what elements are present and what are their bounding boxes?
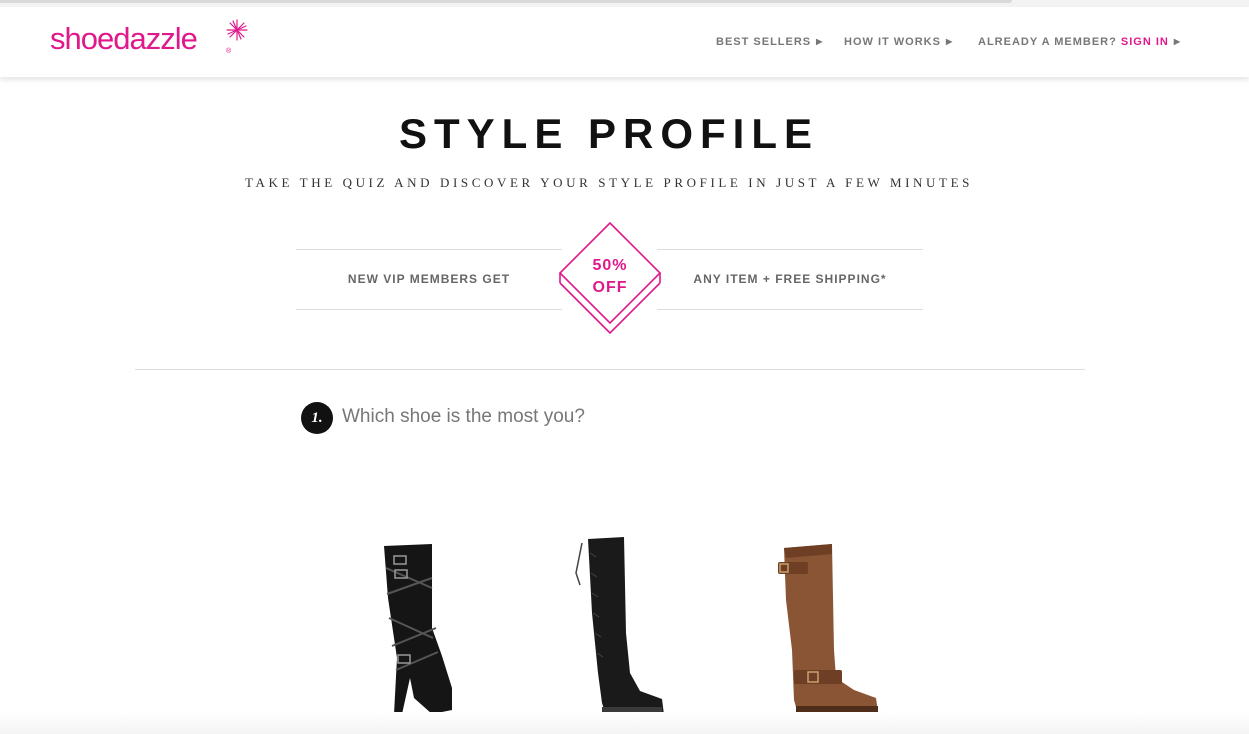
nav-how-it-works-label[interactable]: HOW IT WORKS bbox=[844, 36, 941, 48]
shoe-option-3[interactable] bbox=[770, 540, 882, 718]
discount-off: OFF bbox=[592, 279, 628, 296]
promo-line-right-top bbox=[657, 249, 923, 250]
triangle-right-icon: ▶ bbox=[816, 37, 824, 46]
browser-top-strip bbox=[0, 0, 1249, 7]
discount-percent: 50% bbox=[592, 257, 628, 274]
shoe-option-1[interactable] bbox=[372, 538, 464, 718]
nav-sign-in[interactable]: ALREADY A MEMBER? SIGN IN ▶ bbox=[978, 36, 1181, 48]
promo-left-text: NEW VIP MEMBERS GET bbox=[347, 272, 511, 286]
brown-riding-boot-image bbox=[778, 544, 878, 714]
bottom-fade bbox=[0, 712, 1249, 734]
promo-line-left-bottom bbox=[296, 309, 562, 310]
browser-scroll-indicator bbox=[0, 0, 1012, 3]
shoe-option-2[interactable] bbox=[566, 533, 670, 718]
sparkle-icon bbox=[226, 19, 248, 41]
section-divider bbox=[135, 369, 1085, 370]
triangle-right-icon: ▶ bbox=[945, 37, 954, 46]
sign-in-link[interactable]: SIGN IN bbox=[1121, 36, 1169, 48]
triangle-right-icon: ▶ bbox=[1173, 37, 1181, 46]
nav-best-sellers-label[interactable]: BEST SELLERS bbox=[716, 36, 811, 48]
site-header: shoedazzle ® BEST SELLERS ▶ HOW IT WORKS ▶… bbox=[0, 7, 1249, 77]
nav-best-sellers[interactable]: BEST SELLERS ▶ bbox=[716, 36, 823, 48]
question-number-badge: 1. bbox=[301, 402, 333, 434]
page-subtitle: TAKE THE QUIZ AND DISCOVER YOUR STYLE PR… bbox=[245, 175, 973, 190]
registered-mark: ® bbox=[226, 48, 232, 55]
already-member-label: ALREADY A MEMBER? bbox=[978, 36, 1117, 48]
question-text: Which shoe is the most you? bbox=[342, 406, 585, 427]
nav-how-it-works[interactable]: HOW IT WORKS ▶ bbox=[844, 36, 953, 48]
discount-text: 50% OFF bbox=[570, 255, 650, 299]
shoedazzle-logo[interactable]: shoedazzle bbox=[50, 21, 198, 57]
promo-line-left-top bbox=[296, 249, 562, 250]
promo-line-right-bottom bbox=[657, 309, 923, 310]
page-title: STYLE PROFILE bbox=[398, 110, 820, 157]
black-over-knee-boot-image bbox=[575, 537, 664, 715]
black-strappy-boot-image bbox=[384, 544, 452, 714]
promo-right-text: ANY ITEM + FREE SHIPPING* bbox=[693, 272, 887, 286]
